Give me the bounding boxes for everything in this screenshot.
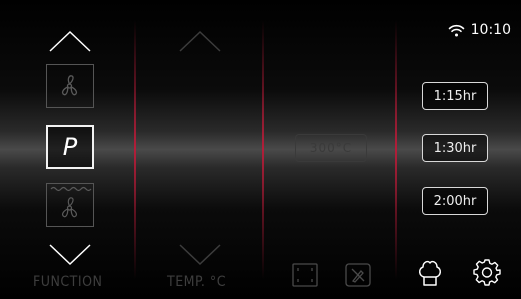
fan-icon [61, 75, 78, 96]
middle-column: 300°C [265, 0, 395, 299]
clock-time: 10:10 [470, 22, 511, 38]
oven-control-screen: P FUNCTION TEMP. °C 300°C 10:10 1:15hr 1… [0, 0, 521, 299]
fan-with-bottom-heat-icon [50, 186, 92, 218]
mode-p-selected[interactable]: P [46, 125, 94, 169]
mode-fan-bottom-heat[interactable] [46, 183, 94, 227]
wifi-icon [448, 24, 464, 36]
temperature-display: 300°C [295, 134, 367, 162]
frame-icon[interactable] [292, 263, 318, 287]
function-down-chevron-icon[interactable] [49, 244, 91, 266]
right-column: 10:10 1:15hr 1:30hr 2:00hr [398, 0, 521, 299]
mode-fan[interactable] [46, 64, 94, 108]
column-divider [262, 20, 264, 279]
temperature-column: TEMP. °C [137, 0, 262, 299]
function-column: P FUNCTION [0, 0, 135, 299]
temperature-label: TEMP. °C [167, 274, 227, 290]
function-up-chevron-icon[interactable] [49, 30, 91, 52]
duration-button-3[interactable]: 2:00hr [422, 187, 488, 215]
status-bar: 10:10 [448, 22, 511, 38]
gear-icon[interactable] [473, 258, 501, 286]
duration-button-1[interactable]: 1:15hr [422, 82, 488, 110]
duration-button-2[interactable]: 1:30hr [422, 134, 488, 162]
function-label: FUNCTION [33, 274, 103, 290]
temp-up-chevron-icon[interactable] [179, 30, 221, 52]
chef-hat-icon[interactable] [417, 258, 443, 288]
temp-down-chevron-icon[interactable] [179, 244, 221, 266]
no-probe-icon[interactable] [345, 263, 371, 287]
mode-p-letter: P [62, 133, 78, 161]
column-divider [395, 20, 397, 279]
